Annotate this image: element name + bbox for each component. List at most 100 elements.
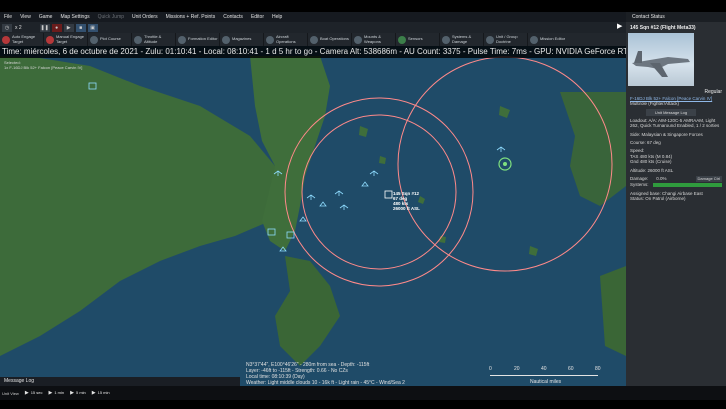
menu-view[interactable]: View	[16, 12, 35, 22]
sensor-icon	[398, 35, 406, 44]
time-toolbar: ◷ x 2 ❚❚ ● ▶ ■ ▣	[0, 22, 626, 33]
course-icon	[90, 35, 98, 44]
damage-control-button[interactable]: Damage Ctrl	[695, 176, 722, 183]
step-15-sec-button[interactable]: ▶ 15 sec	[25, 390, 43, 396]
contact-status-panel: Contact Status 145 Sqn #12 (Flight Meta3…	[626, 12, 726, 386]
menu-file[interactable]: File	[0, 12, 16, 22]
map-canvas	[0, 56, 626, 366]
pause-icon[interactable]: ❚❚	[39, 23, 50, 32]
unit-view-label: Unit View	[2, 390, 19, 396]
throttle-altitude-button[interactable]: Throttle & Altitude	[132, 33, 176, 46]
status-bar: Time: miércoles, 6 de octubre de 2021 - …	[0, 46, 626, 58]
selected-unit-box[interactable]	[384, 190, 393, 199]
land-borneo-edge	[600, 266, 626, 356]
aircraft-icon[interactable]	[339, 204, 349, 210]
menu-quick-jump[interactable]: Quick Jump	[94, 12, 128, 22]
menu-editor[interactable]: Editor	[247, 12, 268, 22]
play-icon: ▶	[24, 390, 29, 396]
play-icon: ▶	[91, 390, 96, 396]
play-icon: ▶	[70, 390, 74, 396]
scale-tick: 40	[541, 366, 547, 372]
record-icon[interactable]: ●	[51, 23, 62, 32]
menu-contacts[interactable]: Contacts	[219, 12, 247, 22]
bottom-bar: Unit View ▶ 15 sec ▶ 1 min ▶ 5 min ▶ 15 min	[0, 386, 726, 400]
menu-bar: File View Game Map Settings Quick Jump U…	[0, 12, 626, 22]
cursor-info: N3°37'44", E100°46'26" - 280m from sea -…	[246, 362, 405, 386]
land-east	[560, 92, 626, 206]
manual-engage-button[interactable]: Manual Engage Target	[44, 33, 88, 46]
menu-help[interactable]: Help	[268, 12, 286, 22]
range-ring-inner	[301, 114, 457, 270]
unit-label-altitude: 26000 ft ASL	[393, 206, 420, 211]
aircraft-operations-button[interactable]: Aircraft Operations	[264, 33, 308, 46]
throttle-icon	[134, 35, 142, 44]
panel-title: 145 Sqn #12 (Flight Meta33)	[630, 25, 696, 31]
aircraft-tail	[634, 51, 642, 63]
step-1-min-button[interactable]: ▶ 1 min	[48, 390, 64, 396]
selected-unit-core	[503, 162, 507, 166]
systems-damage-button[interactable]: Systems & Damage	[440, 33, 484, 46]
plot-course-button[interactable]: Plot Course	[88, 33, 132, 46]
aircraft-icon[interactable]	[496, 146, 506, 152]
nav-arrow-icon[interactable]: ▶	[617, 22, 622, 30]
unit-side: Side: Malaysian & Singapore Forces	[630, 131, 703, 137]
aircraft-silhouette	[632, 51, 690, 77]
magazines-button[interactable]: Magazines	[220, 33, 264, 46]
unit-loadout: Loadout: A/A: AIM-120C-5 AMRAAM, Light 2…	[630, 117, 720, 129]
scale-tick: 80	[595, 366, 601, 372]
scale-tick: 60	[568, 366, 574, 372]
aircraft-icon[interactable]	[306, 194, 316, 200]
unit-label: 145 Sqn #12 67 deg 480 kts 26000 ft ASL	[393, 191, 420, 211]
doctrine-icon	[486, 35, 494, 44]
systems-status-bar	[652, 183, 722, 188]
target-icon	[46, 35, 54, 44]
selection-item: 1x F-16DJ Blk 52+ Falcon [Peace Carvin I…	[4, 65, 83, 70]
camera-icon[interactable]: ■	[75, 23, 86, 32]
unit-role: Multirole (Fighter/Attack)	[630, 101, 680, 107]
doctrine-button[interactable]: Unit / Group Doctrine	[484, 33, 528, 46]
step-5-min-button[interactable]: ▶ 5 min	[70, 390, 86, 396]
gear-icon	[442, 35, 450, 44]
mission-editor-button[interactable]: Mission Editor	[528, 33, 572, 46]
formation-editor-button[interactable]: Formation Editor	[176, 33, 220, 46]
aircraft-icon[interactable]	[334, 190, 344, 196]
damage-value: 0.0%	[656, 176, 667, 182]
unit-course: Course: 67 deg	[630, 140, 661, 146]
systems-label: Systems:	[630, 182, 649, 188]
crosshair-icon	[2, 35, 10, 44]
auto-engage-button[interactable]: Auto Engage Target	[0, 33, 44, 46]
sensors-button[interactable]: Sensors	[396, 33, 440, 46]
message-log-tab[interactable]: Message Log	[0, 377, 240, 386]
menu-game[interactable]: Game	[35, 12, 57, 22]
mission-icon	[530, 35, 538, 44]
unit-message-log-button[interactable]: Unit Message Log	[646, 108, 696, 116]
step-15-min-button[interactable]: ▶ 15 min	[92, 390, 110, 396]
menu-unit-orders[interactable]: Unit Orders	[128, 12, 162, 22]
boat-icon	[310, 35, 318, 44]
mounts-weapons-button[interactable]: Mounts & Weapons	[352, 33, 396, 46]
selection-info: Selected: 1x F-16DJ Blk 52+ Falcon [Peac…	[4, 60, 82, 70]
unit-proficiency: Regular	[704, 89, 722, 95]
menu-map-settings[interactable]: Map Settings	[56, 12, 93, 22]
map-scale: 0 20 40 60 80 Nautical miles	[484, 366, 604, 388]
weapons-icon	[354, 35, 362, 44]
unit-speed-gnd: Gnd 480 kts (Cruise)	[630, 159, 672, 165]
scale-bar	[490, 375, 598, 376]
time-compression-value: x 2	[15, 24, 22, 31]
formation-icon	[178, 35, 186, 44]
aircraft-icon[interactable]	[369, 170, 379, 176]
scale-tick: 20	[514, 366, 520, 372]
tactical-map[interactable]: 145 Sqn #12 67 deg 480 kts 26000 ft ASL	[0, 46, 626, 386]
magazine-icon	[222, 35, 230, 44]
action-bar: Auto Engage Target Manual Engage Target …	[0, 33, 626, 46]
window-icon[interactable]: ▣	[87, 23, 98, 32]
menu-missions[interactable]: Missions + Ref. Points	[162, 12, 220, 22]
land-sumatra	[0, 56, 285, 356]
aircraft-icon	[266, 35, 274, 44]
title-bar	[0, 0, 726, 12]
panel-header: Contact Status	[626, 12, 726, 22]
systems-row: Systems:	[626, 182, 726, 188]
boat-operations-button[interactable]: Boat Operations	[308, 33, 352, 46]
time-compression-icon[interactable]: ◷	[2, 23, 12, 32]
play-icon[interactable]: ▶	[63, 23, 74, 32]
